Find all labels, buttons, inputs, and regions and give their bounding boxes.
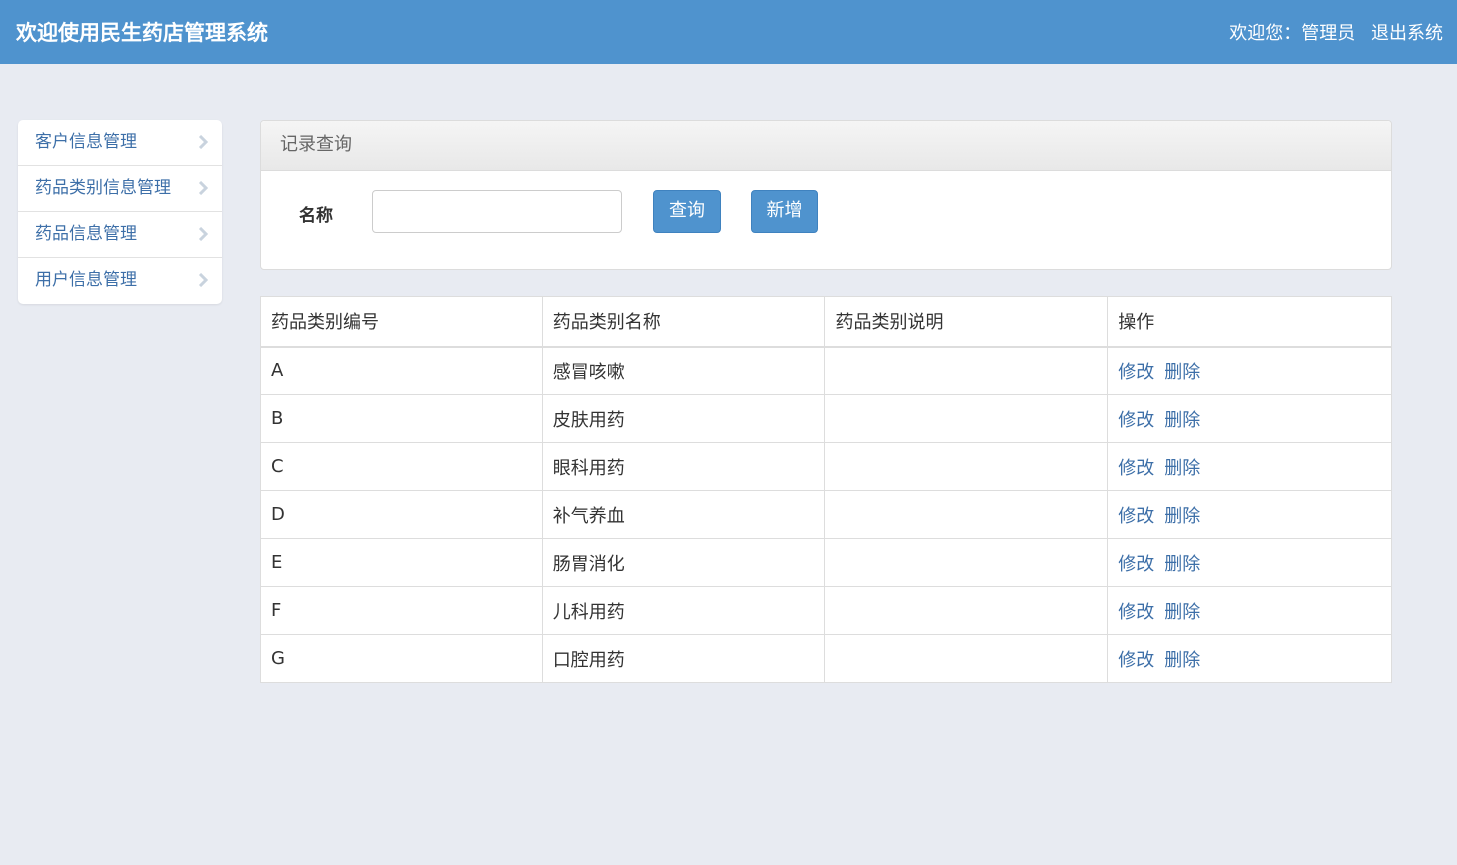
app-title: 欢迎使用民生药店管理系统 <box>16 21 268 45</box>
chevron-right-icon <box>198 135 209 149</box>
column-header: 药品类别编号 <box>260 296 543 348</box>
welcome-text: 欢迎您： <box>1229 23 1302 44</box>
row-actions: 修改 删除 <box>1107 634 1392 683</box>
user-area: 欢迎您：管理员 退出系统 <box>1229 19 1443 45</box>
edit-link[interactable]: 修改 <box>1118 650 1154 671</box>
query-panel: 记录查询 名称 查询 新增 <box>260 120 1392 270</box>
category-id: C <box>260 442 543 491</box>
category-desc <box>824 442 1109 491</box>
delete-link[interactable]: 删除 <box>1164 362 1200 383</box>
column-header: 药品类别名称 <box>541 296 826 348</box>
name-label: 名称 <box>299 206 333 226</box>
edit-link[interactable]: 修改 <box>1118 410 1154 431</box>
table-row: G 口腔用药 修改 删除 <box>260 634 1392 683</box>
category-desc <box>824 538 1109 587</box>
delete-link[interactable]: 删除 <box>1164 554 1200 575</box>
category-desc <box>824 346 1109 395</box>
row-actions: 修改 删除 <box>1107 442 1392 491</box>
category-desc <box>824 634 1109 683</box>
chevron-right-icon <box>198 227 209 241</box>
panel-title: 记录查询 <box>261 121 1391 171</box>
table-header-row: 药品类别编号 药品类别名称 药品类别说明 操作 <box>260 296 1392 348</box>
name-input[interactable] <box>372 190 622 233</box>
category-name: 补气养血 <box>541 490 826 539</box>
sidebar-item-drug-category[interactable]: 药品类别信息管理 <box>18 166 222 212</box>
chevron-right-icon <box>198 273 209 287</box>
sidebar-item-label: 药品类别信息管理 <box>35 178 171 198</box>
edit-link[interactable]: 修改 <box>1118 362 1154 383</box>
sidebar: 客户信息管理 药品类别信息管理 药品信息管理 用户信息管理 <box>18 120 222 304</box>
category-name: 眼科用药 <box>541 442 826 491</box>
delete-link[interactable]: 删除 <box>1164 506 1200 527</box>
category-name: 皮肤用药 <box>541 394 826 443</box>
category-id: E <box>260 538 543 587</box>
edit-link[interactable]: 修改 <box>1118 602 1154 623</box>
category-desc <box>824 394 1109 443</box>
row-actions: 修改 删除 <box>1107 586 1392 635</box>
delete-link[interactable]: 删除 <box>1164 410 1200 431</box>
row-actions: 修改 删除 <box>1107 394 1392 443</box>
category-id: B <box>260 394 543 443</box>
sidebar-item-label: 药品信息管理 <box>35 224 137 244</box>
category-name: 感冒咳嗽 <box>541 346 826 395</box>
top-header: 欢迎使用民生药店管理系统 欢迎您：管理员 退出系统 <box>0 0 1457 64</box>
category-desc <box>824 490 1109 539</box>
add-button[interactable]: 新增 <box>751 190 818 233</box>
table-row: D 补气养血 修改 删除 <box>260 490 1392 539</box>
delete-link[interactable]: 删除 <box>1164 602 1200 623</box>
search-button[interactable]: 查询 <box>653 190 721 233</box>
row-actions: 修改 删除 <box>1107 538 1392 587</box>
category-name: 肠胃消化 <box>541 538 826 587</box>
sidebar-item-user[interactable]: 用户信息管理 <box>18 258 222 304</box>
row-actions: 修改 删除 <box>1107 346 1392 395</box>
sidebar-item-label: 客户信息管理 <box>35 132 137 152</box>
category-id: F <box>260 586 543 635</box>
category-desc <box>824 586 1109 635</box>
category-id: A <box>260 346 543 395</box>
column-header: 药品类别说明 <box>824 296 1109 348</box>
edit-link[interactable]: 修改 <box>1118 554 1154 575</box>
table-row: E 肠胃消化 修改 删除 <box>260 538 1392 587</box>
row-actions: 修改 删除 <box>1107 490 1392 539</box>
delete-link[interactable]: 删除 <box>1164 650 1200 671</box>
username: 管理员 <box>1301 23 1356 44</box>
edit-link[interactable]: 修改 <box>1118 506 1154 527</box>
table-row: C 眼科用药 修改 删除 <box>260 442 1392 491</box>
table-row: B 皮肤用药 修改 删除 <box>260 394 1392 443</box>
table-row: A 感冒咳嗽 修改 删除 <box>260 346 1392 395</box>
category-id: D <box>260 490 543 539</box>
column-header: 操作 <box>1107 296 1392 348</box>
delete-link[interactable]: 删除 <box>1164 458 1200 479</box>
edit-link[interactable]: 修改 <box>1118 458 1154 479</box>
category-id: G <box>260 634 543 683</box>
sidebar-item-customer[interactable]: 客户信息管理 <box>18 120 222 166</box>
sidebar-item-label: 用户信息管理 <box>35 270 137 290</box>
category-table: 药品类别编号 药品类别名称 药品类别说明 操作 A 感冒咳嗽 修改 删除 B 皮肤… <box>260 296 1392 683</box>
category-name: 儿科用药 <box>541 586 826 635</box>
logout-link[interactable]: 退出系统 <box>1371 19 1443 45</box>
sidebar-item-drug[interactable]: 药品信息管理 <box>18 212 222 258</box>
table-row: F 儿科用药 修改 删除 <box>260 586 1392 635</box>
category-name: 口腔用药 <box>541 634 826 683</box>
chevron-right-icon <box>198 181 209 195</box>
